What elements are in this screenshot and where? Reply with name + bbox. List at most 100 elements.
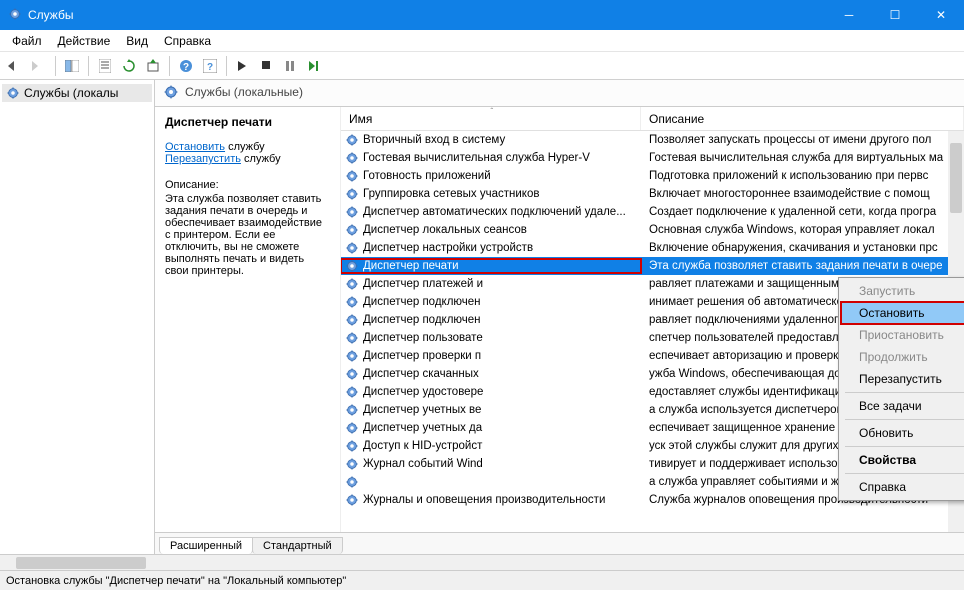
service-desc-cell: Эта служба позволяет ставить задания печ… <box>641 260 964 272</box>
window-title: Службы <box>28 8 826 22</box>
service-row[interactable]: Гостевая вычислительная служба Hyper-V Го… <box>341 149 964 167</box>
service-name-cell: Диспетчер учетных ве <box>363 404 481 416</box>
stop-service-link[interactable]: Остановить <box>165 141 225 153</box>
service-desc-cell: Позволяет запускать процессы от имени др… <box>641 134 964 146</box>
forward-button[interactable] <box>28 55 50 77</box>
back-button[interactable] <box>4 55 26 77</box>
service-icon <box>345 331 359 345</box>
play-button[interactable] <box>232 55 254 77</box>
service-row[interactable]: Группировка сетевых участников Включает м… <box>341 185 964 203</box>
ctx-restart[interactable]: Перезапустить <box>841 368 964 390</box>
service-icon <box>345 493 359 507</box>
service-name-cell: Диспетчер локальных сеансов <box>363 224 527 236</box>
restart-button[interactable] <box>304 55 326 77</box>
help-button[interactable]: ? <box>175 55 197 77</box>
service-icon <box>345 223 359 237</box>
service-icon <box>345 367 359 381</box>
restart-service-link[interactable]: Перезапустить <box>165 153 241 165</box>
close-button[interactable]: ✕ <box>918 0 964 30</box>
horizontal-scrollbar[interactable] <box>0 554 964 570</box>
description-label: Описание: <box>165 179 330 191</box>
properties-button[interactable] <box>94 55 116 77</box>
service-desc-cell: Включает многостороннее взаимодействие с… <box>641 188 964 200</box>
service-icon <box>345 385 359 399</box>
service-name-cell: Доступ к HID-устройст <box>363 440 482 452</box>
content-title: Службы (локальные) <box>185 85 303 99</box>
service-name-cell: Диспетчер удостовере <box>363 386 483 398</box>
export-button[interactable] <box>142 55 164 77</box>
svg-text:?: ? <box>207 62 213 73</box>
service-row[interactable]: Готовность приложенийПодготовка приложен… <box>341 167 964 185</box>
service-desc-cell: Включение обнаружения, скачивания и уста… <box>641 242 964 254</box>
service-row[interactable]: Диспетчер настройки устройств Включение о… <box>341 239 964 257</box>
ctx-resume: Продолжить <box>841 346 964 368</box>
ctx-all-tasks[interactable]: Все задачи <box>841 395 964 417</box>
column-name[interactable]: Имяˆ <box>341 107 641 130</box>
refresh-button[interactable] <box>118 55 140 77</box>
service-name-cell: Группировка сетевых участников <box>363 188 539 200</box>
tab-extended[interactable]: Расширенный <box>159 537 253 554</box>
service-desc-cell: Создает подключение к удаленной сети, ко… <box>641 206 964 218</box>
content-header: Службы (локальные) <box>155 80 964 107</box>
service-icon <box>345 259 359 273</box>
ctx-refresh[interactable]: Обновить <box>841 422 964 444</box>
service-icon <box>345 205 359 219</box>
service-name-cell: Диспетчер скачанных <box>363 368 479 380</box>
service-name-cell: Диспетчер платежей и <box>363 278 483 290</box>
menubar: Файл Действие Вид Справка <box>0 30 964 52</box>
service-name-cell: Готовность приложений <box>363 170 491 182</box>
app-icon <box>8 7 22 24</box>
menu-view[interactable]: Вид <box>118 32 156 50</box>
service-desc-cell: Гостевая вычислительная служба для вирту… <box>641 152 964 164</box>
menu-action[interactable]: Действие <box>50 32 119 50</box>
stop-button[interactable] <box>256 55 278 77</box>
service-name-cell: Гостевая вычислительная служба Hyper-V <box>363 152 590 164</box>
detail-pane: Диспетчер печати Остановить службу Перез… <box>155 107 340 532</box>
service-row[interactable]: Вторичный вход в систему Позволяет запуск… <box>341 131 964 149</box>
selected-service-name: Диспетчер печати <box>165 115 330 129</box>
tree-pane: Службы (локалы <box>0 80 155 554</box>
sort-arrow-icon: ˆ <box>491 107 494 116</box>
menu-file[interactable]: Файл <box>4 32 50 50</box>
toolbar: ? ? <box>0 52 964 80</box>
service-name-cell: Диспетчер подключен <box>363 314 481 326</box>
show-hide-button[interactable] <box>61 55 83 77</box>
service-icon <box>345 403 359 417</box>
service-row[interactable]: Диспетчер печати Эта служба позволяет ста… <box>341 257 964 275</box>
service-name-cell: Диспетчер проверки п <box>363 350 481 362</box>
service-name-cell: Диспетчер автоматических подключений уда… <box>363 206 626 218</box>
menu-help[interactable]: Справка <box>156 32 219 50</box>
service-icon <box>345 133 359 147</box>
service-icon <box>345 277 359 291</box>
service-list: Имяˆ Описание Вторичный вход в систему По… <box>340 107 964 532</box>
service-icon <box>345 295 359 309</box>
tab-standard[interactable]: Стандартный <box>252 537 343 554</box>
minimize-button[interactable]: ─ <box>826 0 872 30</box>
list-header: Имяˆ Описание <box>341 107 964 131</box>
statusbar: Остановка службы "Диспетчер печати" на "… <box>0 570 964 590</box>
service-icon <box>345 313 359 327</box>
maximize-button[interactable]: ☐ <box>872 0 918 30</box>
ctx-properties[interactable]: Свойства <box>841 449 964 471</box>
pause-button[interactable] <box>280 55 302 77</box>
service-desc-cell: Основная служба Windows, которая управля… <box>641 224 964 236</box>
ctx-stop[interactable]: Остановить <box>841 302 964 324</box>
tree-node-services[interactable]: Службы (локалы <box>2 84 152 102</box>
service-name-cell: Журналы и оповещения производительности <box>363 494 605 506</box>
service-row[interactable]: Диспетчер автоматических подключений уда… <box>341 203 964 221</box>
ctx-help[interactable]: Справка <box>841 476 964 498</box>
service-icon <box>345 187 359 201</box>
ctx-start: Запустить <box>841 280 964 302</box>
service-icon <box>345 439 359 453</box>
service-row[interactable]: Диспетчер локальных сеансов Основная служ… <box>341 221 964 239</box>
column-description[interactable]: Описание <box>641 107 964 130</box>
service-icon <box>345 475 359 489</box>
service-name-cell: Диспетчер настройки устройств <box>363 242 533 254</box>
help2-button[interactable]: ? <box>199 55 221 77</box>
service-name-cell: Диспетчер печати <box>363 260 459 272</box>
service-name-cell: Диспетчер подключен <box>363 296 481 308</box>
tab-bar: Расширенный Стандартный <box>155 532 964 554</box>
svg-text:?: ? <box>183 62 189 73</box>
service-icon <box>345 241 359 255</box>
service-name-cell: Вторичный вход в систему <box>363 134 505 146</box>
